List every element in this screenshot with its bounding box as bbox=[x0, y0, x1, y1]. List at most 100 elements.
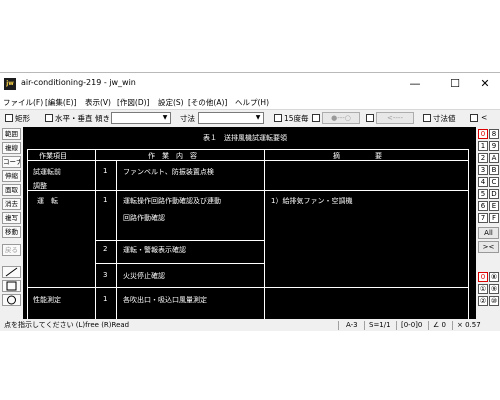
tool-corner[interactable]: コーナー bbox=[2, 156, 21, 168]
menu-help[interactable]: ヘルプ(H) bbox=[235, 97, 269, 108]
menu-view[interactable]: 表示(V) bbox=[85, 97, 111, 108]
table-line bbox=[95, 240, 264, 241]
header-content: 作 業 内 容 bbox=[148, 152, 197, 160]
row-note: 1）給排気ファン・空調機 bbox=[271, 197, 353, 205]
tool-parallel-line[interactable]: 複線 bbox=[2, 142, 21, 154]
layer-palette: 0 8 1 9 2 A 3 B 4 C 5 D 6 E 7 F All >< 0… bbox=[476, 126, 500, 320]
horizontal-vertical-label: 水平・垂直 bbox=[55, 114, 93, 123]
extra-label: < bbox=[481, 113, 488, 122]
layer-C[interactable]: C bbox=[489, 177, 499, 187]
status-zoom[interactable]: × 0.57 bbox=[457, 320, 481, 331]
status-layer[interactable]: A-3 bbox=[346, 320, 358, 331]
layer-4[interactable]: 4 bbox=[478, 177, 488, 187]
layer-group-circle-1[interactable]: ① bbox=[478, 284, 488, 294]
dimension-value-label: 寸法値 bbox=[433, 114, 456, 123]
tilt-label: 傾き bbox=[95, 114, 110, 123]
layer-A[interactable]: A bbox=[489, 153, 499, 163]
tool-rectangle[interactable] bbox=[2, 280, 21, 292]
tool-circle[interactable] bbox=[2, 294, 21, 306]
row-number: 1 bbox=[103, 295, 108, 303]
layer-invert-button[interactable]: >< bbox=[478, 241, 499, 253]
layer-group-circle-2[interactable]: ② bbox=[478, 296, 488, 306]
arrow-line-button[interactable]: <---- bbox=[376, 112, 414, 124]
layer-F[interactable]: F bbox=[489, 213, 499, 223]
table-line bbox=[27, 287, 468, 288]
status-divider bbox=[428, 321, 429, 330]
status-scale[interactable]: S=1/1 bbox=[369, 320, 391, 331]
header-work-item: 作業項目 bbox=[39, 152, 67, 160]
layer-group-circle-9[interactable]: ⑨ bbox=[489, 284, 499, 294]
row-content: 火災停止確認 bbox=[123, 272, 165, 280]
menu-draw[interactable]: [作図(D)] bbox=[117, 97, 149, 108]
tool-copy[interactable]: 複写 bbox=[2, 212, 21, 224]
row-number: 1 bbox=[103, 167, 108, 175]
tilt-combo[interactable]: ▼ bbox=[111, 112, 171, 124]
layer-E[interactable]: E bbox=[489, 201, 499, 211]
table-line bbox=[468, 149, 469, 319]
dimension-value-checkbox[interactable] bbox=[423, 114, 431, 122]
row-item: 運 転 bbox=[37, 197, 58, 205]
close-button[interactable]: ✕ bbox=[468, 73, 500, 95]
drawing-title: 表１ 送排風機試運転要領 bbox=[203, 134, 287, 142]
arrow-mode-checkbox[interactable] bbox=[366, 114, 374, 122]
status-angle[interactable]: ∠ 0 bbox=[433, 320, 446, 331]
layer-group-8[interactable]: 8 bbox=[489, 129, 499, 139]
degree15-label: 15度毎 bbox=[284, 114, 309, 123]
toolbar: 矩形 水平・垂直 傾き ▼ 寸法 ▼ 15度毎 ●---○ <---- 寸法値 … bbox=[0, 109, 500, 127]
extra-checkbox[interactable] bbox=[470, 114, 478, 122]
layer-D[interactable]: D bbox=[489, 189, 499, 199]
title-bar: jw air-conditioning-219 - jw_win — ☐ ✕ bbox=[0, 73, 500, 95]
rect-checkbox[interactable] bbox=[5, 114, 13, 122]
table-line bbox=[264, 149, 265, 319]
drawing-canvas[interactable]: 表１ 送排風機試運転要領 作業項目 作 業 内 容 摘 要 試運転前 1 ファン… bbox=[23, 127, 476, 319]
status-divider bbox=[452, 321, 453, 330]
menu-file[interactable]: ファイル(F) bbox=[3, 97, 43, 108]
status-divider bbox=[364, 321, 365, 330]
layer-group-circle-0[interactable]: 0 bbox=[478, 272, 488, 282]
row-item: 調整 bbox=[33, 182, 47, 190]
table-line bbox=[27, 160, 468, 161]
menu-edit[interactable]: [編集(E)] bbox=[45, 97, 76, 108]
maximize-button[interactable]: ☐ bbox=[438, 73, 472, 95]
tool-stretch[interactable]: 伸縮 bbox=[2, 170, 21, 182]
tool-line[interactable] bbox=[2, 266, 21, 278]
tool-move[interactable]: 移動 bbox=[2, 226, 21, 238]
status-group[interactable]: [0-0]0 bbox=[401, 320, 422, 331]
layer-3[interactable]: 3 bbox=[478, 165, 488, 175]
row-content: ファンベルト、防振装置点検 bbox=[123, 168, 214, 176]
row-content: 各吹出口・吸込口風量測定 bbox=[123, 296, 207, 304]
application-window: jw air-conditioning-219 - jw_win — ☐ ✕ フ… bbox=[0, 72, 500, 331]
point-mode-checkbox[interactable] bbox=[312, 114, 320, 122]
horizontal-vertical-checkbox[interactable] bbox=[45, 114, 53, 122]
menu-other[interactable]: [その他(A)] bbox=[188, 97, 227, 108]
window-title: air-conditioning-219 - jw_win bbox=[21, 78, 136, 87]
row-item: 性能測定 bbox=[33, 296, 61, 304]
layer-group-circle-8[interactable]: ⑧ bbox=[489, 272, 499, 282]
layer-7[interactable]: 7 bbox=[478, 213, 488, 223]
app-icon: jw bbox=[4, 78, 16, 90]
layer-9[interactable]: 9 bbox=[489, 141, 499, 151]
status-divider bbox=[338, 321, 339, 330]
tool-undo[interactable]: 戻る bbox=[2, 244, 21, 256]
layer-B[interactable]: B bbox=[489, 165, 499, 175]
row-content: 回路作動確認 bbox=[123, 214, 165, 222]
row-number: 3 bbox=[103, 271, 108, 279]
minimize-button[interactable]: — bbox=[398, 73, 432, 95]
table-line bbox=[27, 190, 468, 191]
tool-range[interactable]: 範囲 bbox=[2, 128, 21, 140]
point-line-button[interactable]: ●---○ bbox=[322, 112, 360, 124]
layer-2[interactable]: 2 bbox=[478, 153, 488, 163]
menu-settings[interactable]: 設定(S) bbox=[158, 97, 184, 108]
layer-group-0[interactable]: 0 bbox=[478, 129, 488, 139]
layer-group-circle-10[interactable]: ⑩ bbox=[489, 296, 499, 306]
degree15-checkbox[interactable] bbox=[274, 114, 282, 122]
tool-chamfer[interactable]: 面取 bbox=[2, 184, 21, 196]
layer-1[interactable]: 1 bbox=[478, 141, 488, 151]
layer-5[interactable]: 5 bbox=[478, 189, 488, 199]
layer-all-button[interactable]: All bbox=[478, 227, 499, 239]
tool-erase[interactable]: 消去 bbox=[2, 198, 21, 210]
status-divider bbox=[396, 321, 397, 330]
dimension-combo[interactable]: ▼ bbox=[198, 112, 264, 124]
header-note: 摘 要 bbox=[333, 152, 382, 160]
layer-6[interactable]: 6 bbox=[478, 201, 488, 211]
